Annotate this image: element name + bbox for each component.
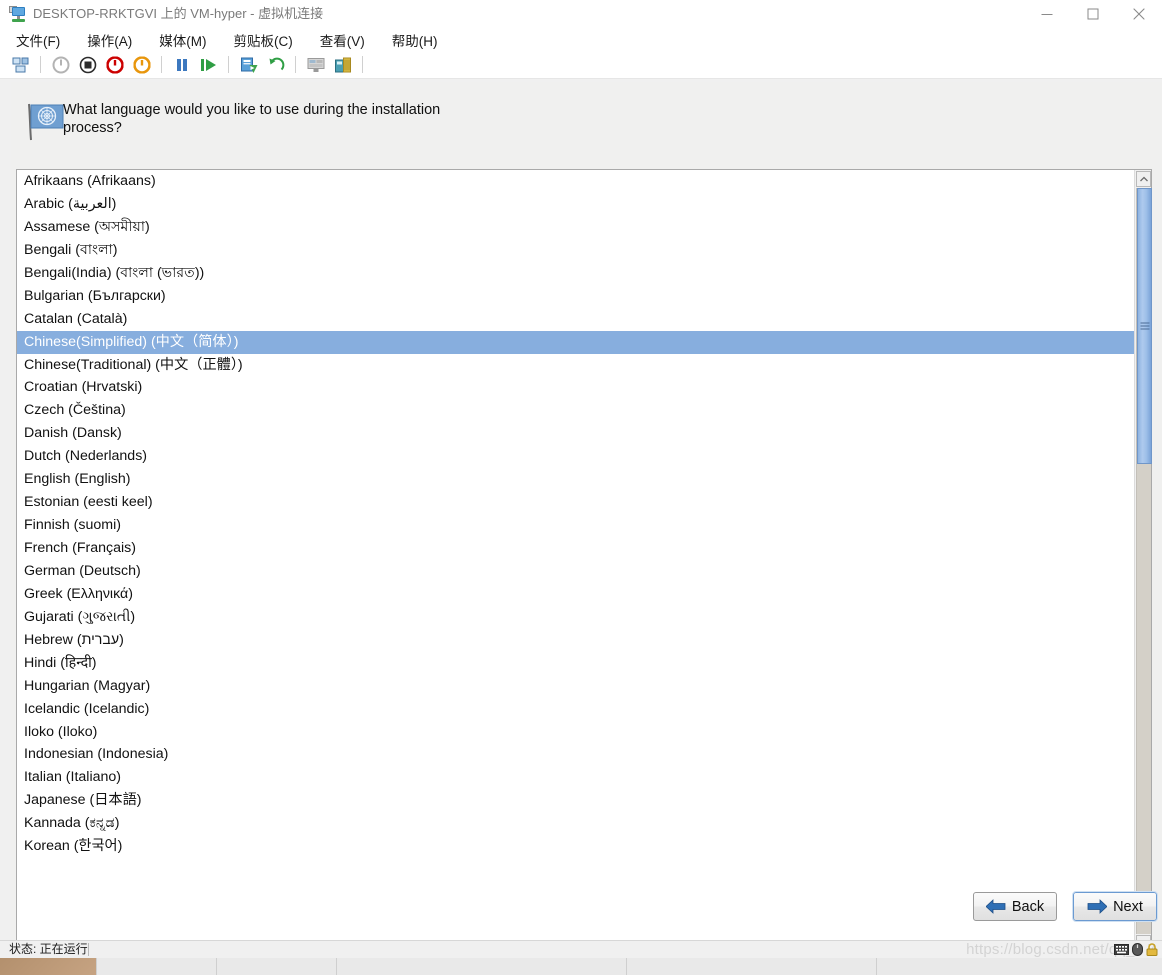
- next-button-label: Next: [1113, 898, 1143, 915]
- language-list-viewport: Afrikaans (Afrikaans) Arabic (العربية) Ass…: [17, 170, 1134, 952]
- back-button[interactable]: Back: [973, 892, 1057, 921]
- language-list-item[interactable]: Afrikaans (Afrikaans): [17, 170, 1134, 193]
- arrow-right-icon: [1087, 899, 1108, 914]
- language-list-item[interactable]: Bengali (বাংলা): [17, 239, 1134, 262]
- language-list-item[interactable]: Bengali(India) (বাংলা (ভারত)): [17, 262, 1134, 285]
- language-list-item[interactable]: Indonesian (Indonesia): [17, 743, 1134, 766]
- vm-connect-icon: [9, 5, 27, 23]
- menu-file[interactable]: 文件(F): [16, 30, 60, 50]
- language-list-item[interactable]: German (Deutsch): [17, 560, 1134, 583]
- language-list-item[interactable]: Japanese (日本語): [17, 789, 1134, 812]
- arrow-left-icon: [985, 899, 1006, 914]
- prompt-text: What language would you like to use duri…: [63, 102, 441, 136]
- language-list-item[interactable]: Chinese(Traditional) (中文（正體）): [17, 354, 1134, 377]
- language-list[interactable]: Afrikaans (Afrikaans) Arabic (العربية) Ass…: [16, 169, 1152, 953]
- checkpoint-icon[interactable]: [237, 53, 260, 76]
- menu-help[interactable]: 帮助(H): [392, 30, 438, 50]
- language-list-item[interactable]: Korean (한국어): [17, 835, 1134, 858]
- menu-view[interactable]: 查看(V): [320, 30, 365, 50]
- toolbar-separator: [362, 56, 363, 73]
- maximize-button[interactable]: [1070, 0, 1116, 28]
- close-button[interactable]: [1116, 0, 1162, 28]
- installer-screen: What language would you like to use duri…: [11, 82, 1162, 953]
- language-list-item[interactable]: Gujarati (ગુજરાતી): [17, 606, 1134, 629]
- minimize-button[interactable]: [1024, 0, 1070, 28]
- toolbar-separator: [295, 56, 296, 73]
- language-list-item[interactable]: Arabic (العربية): [17, 193, 1134, 216]
- scroll-thumb-grip: [1140, 322, 1149, 330]
- taskbar-segment: [876, 957, 1162, 975]
- language-list-item[interactable]: Chinese(Simplified) (中文（简体）): [17, 330, 1134, 354]
- language-list-item[interactable]: Catalan (Català): [17, 308, 1134, 331]
- language-list-item[interactable]: Danish (Dansk): [17, 422, 1134, 445]
- toolbar-separator: [228, 56, 229, 73]
- pause-icon[interactable]: [170, 53, 193, 76]
- language-list-item[interactable]: Iloko (Iloko): [17, 721, 1134, 744]
- language-list-item[interactable]: Icelandic (Icelandic): [17, 698, 1134, 721]
- resume-play-icon[interactable]: [197, 53, 220, 76]
- screen-icon[interactable]: [304, 53, 327, 76]
- language-list-item[interactable]: Czech (Čeština): [17, 399, 1134, 422]
- stop-icon[interactable]: [76, 53, 99, 76]
- status-bar: 状态: 正在运行 https://blog.csdn.net/qq_3 7: [0, 940, 1162, 958]
- status-text: 状态: 正在运行: [9, 942, 88, 956]
- language-list-item[interactable]: Finnish (suomi): [17, 514, 1134, 537]
- taskbar-segment: [96, 957, 217, 975]
- tool-bar: [0, 51, 1162, 79]
- language-list-item[interactable]: Hungarian (Magyar): [17, 675, 1134, 698]
- shutdown-icon[interactable]: [103, 53, 126, 76]
- start-power-icon[interactable]: [130, 53, 153, 76]
- toolbar-separator: [161, 56, 162, 73]
- language-list-item[interactable]: Dutch (Nederlands): [17, 445, 1134, 468]
- language-list-items: Afrikaans (Afrikaans) Arabic (العربية) Ass…: [17, 170, 1134, 858]
- mouse-icon: [1132, 943, 1143, 956]
- scroll-up-icon[interactable]: [1136, 171, 1151, 187]
- next-button[interactable]: Next: [1072, 891, 1158, 922]
- menu-action[interactable]: 操作(A): [87, 30, 132, 50]
- toolbar-separator: [40, 56, 41, 73]
- media-icon[interactable]: [331, 53, 354, 76]
- menu-bar: 文件(F) 操作(A) 媒体(M) 剪贴板(C) 查看(V) 帮助(H): [0, 28, 1162, 51]
- ctrl-alt-del-icon[interactable]: [9, 53, 32, 76]
- revert-icon[interactable]: [264, 53, 287, 76]
- language-list-item[interactable]: Hindi (हिन्दी): [17, 652, 1134, 675]
- language-list-item[interactable]: Bulgarian (Български): [17, 285, 1134, 308]
- language-list-item[interactable]: Croatian (Hrvatski): [17, 376, 1134, 399]
- scrollbar-track[interactable]: [1136, 188, 1152, 934]
- language-list-item[interactable]: Greek (Ελληνικά): [17, 583, 1134, 606]
- keyboard-icon: [1114, 944, 1129, 955]
- language-list-item[interactable]: Hebrew (עברית): [17, 629, 1134, 652]
- language-list-item[interactable]: Italian (Italiano): [17, 766, 1134, 789]
- installer-footer: Back Next: [11, 884, 1162, 940]
- language-list-item[interactable]: English (English): [17, 468, 1134, 491]
- status-divider: [88, 943, 89, 956]
- language-list-item[interactable]: Assamese (অসমীয়া): [17, 216, 1134, 239]
- language-list-item[interactable]: French (Français): [17, 537, 1134, 560]
- back-button-label: Back: [1011, 898, 1045, 915]
- prompt-area: What language would you like to use duri…: [11, 90, 1162, 152]
- power-off-icon[interactable]: [49, 53, 72, 76]
- window-title: DESKTOP-RRKTGVI 上的 VM-hyper - 虚拟机连接: [33, 6, 324, 21]
- lock-icon: [1146, 943, 1158, 956]
- vm-connection-window: DESKTOP-RRKTGVI 上的 VM-hyper - 虚拟机连接 文件(F…: [0, 0, 1162, 958]
- menu-clipboard[interactable]: 剪贴板(C): [234, 30, 293, 50]
- taskbar-segment: [216, 957, 337, 975]
- taskbar-segment: [336, 957, 627, 975]
- menu-media[interactable]: 媒体(M): [159, 30, 206, 50]
- title-bar: DESKTOP-RRKTGVI 上的 VM-hyper - 虚拟机连接: [0, 0, 1162, 28]
- language-list-item[interactable]: Estonian (eesti keel): [17, 491, 1134, 514]
- vertical-scrollbar[interactable]: [1134, 170, 1152, 952]
- scrollbar-thumb[interactable]: [1137, 188, 1152, 464]
- status-tray: [1114, 942, 1158, 957]
- taskbar-segment: [626, 957, 877, 975]
- language-list-item[interactable]: Kannada (ಕನ್ನಡ): [17, 812, 1134, 835]
